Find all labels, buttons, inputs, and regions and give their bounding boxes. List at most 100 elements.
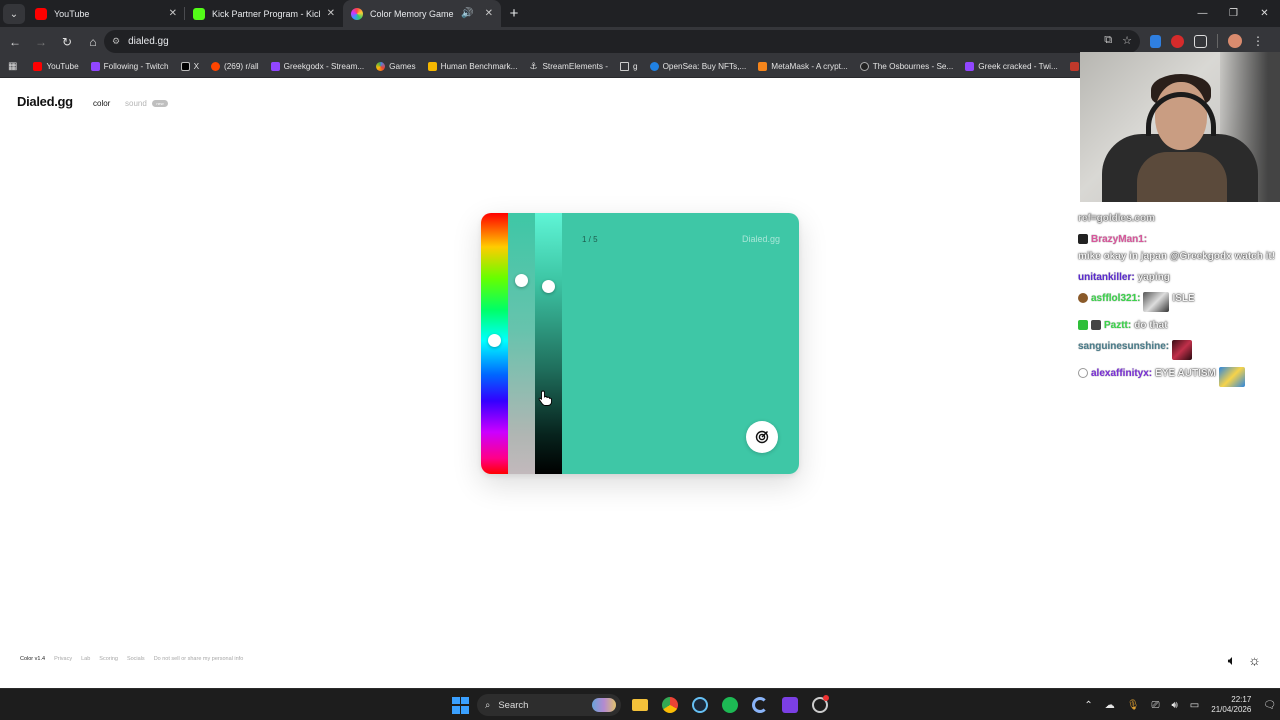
sound-toggle-icon[interactable]: 🔈︎ — [1228, 652, 1236, 669]
chevron-up-icon[interactable]: ⌃ — [1084, 700, 1092, 711]
avatar[interactable] — [1228, 34, 1242, 48]
address-bar[interactable]: ⚙ dialed.gg ⧉ ☆ — [104, 30, 1140, 53]
hue-slider[interactable] — [481, 213, 508, 474]
site-logo[interactable]: Dialed.gg — [17, 94, 73, 109]
footer-link-scoring[interactable]: Scoring — [99, 656, 118, 662]
bookmark-label: Greekgodx - Stream... — [283, 62, 365, 71]
theme-toggle-icon[interactable]: ☼ — [1248, 652, 1261, 669]
saturation-slider[interactable] — [508, 213, 535, 474]
clock[interactable]: 22:17 21/04/2026 — [1211, 695, 1251, 715]
extension-icon[interactable] — [1171, 34, 1184, 48]
site-info-icon[interactable]: ⚙ — [112, 36, 120, 47]
volume-icon[interactable]: 🔊︎ — [1171, 700, 1177, 711]
watermark: Dialed.gg — [741, 234, 780, 244]
chat-message: sanguinesunshine: — [1078, 340, 1280, 360]
network-icon[interactable]: ⎚ — [1151, 700, 1159, 711]
steam-icon[interactable] — [689, 694, 711, 716]
footer-link-do-not-sell[interactable]: Do not sell or share my personal info — [154, 656, 244, 662]
reload-icon[interactable]: ↻ — [55, 30, 79, 54]
lightness-slider[interactable] — [535, 213, 562, 474]
file-explorer-icon[interactable] — [629, 694, 651, 716]
bookmark-streamelements[interactable]: ⚓ StreamElements - — [523, 62, 614, 72]
bookmark-x[interactable]: X — [175, 62, 205, 71]
notification-icon[interactable]: 🗨︎ — [1263, 700, 1276, 711]
bookmark-games[interactable]: Games — [370, 62, 421, 71]
tab-color-memory-game[interactable]: Color Memory Game — Ho 🔊 ✕ — [343, 0, 501, 27]
bookmark-metamask[interactable]: MetaMask - A crypt... — [752, 62, 853, 71]
forward-icon[interactable]: → — [29, 30, 53, 54]
url-text: dialed.gg — [128, 36, 169, 47]
site-icon — [859, 62, 869, 71]
chat-username: BrazyMan1: — [1091, 234, 1148, 245]
microphone-icon[interactable]: 🎙︎ — [1127, 700, 1140, 711]
chat-text: mike okay in japan @Greekgodx watch it! — [1078, 251, 1276, 262]
extension-icon[interactable] — [1150, 34, 1161, 48]
footer: Color v1.4 Privacy Lab Scoring Socials D… — [20, 656, 243, 662]
chat-message: BrazyMan1: mike okay in japan @Greekgodx… — [1078, 233, 1280, 264]
puzzle-icon[interactable] — [1194, 34, 1207, 48]
bookmark-label: g — [633, 62, 638, 71]
lightning-icon — [427, 62, 437, 71]
close-icon[interactable]: ✕ — [169, 8, 177, 19]
tab-title: Color Memory Game — Ho — [370, 8, 454, 19]
chat-message: unitankiller: yaping — [1078, 271, 1280, 285]
speaker-icon[interactable]: 🔊 — [461, 8, 473, 19]
battery-icon[interactable]: ▭ — [1190, 700, 1199, 711]
search-highlight-image — [592, 698, 616, 712]
hue-slider-handle[interactable] — [488, 334, 501, 348]
app-icon[interactable] — [749, 694, 771, 716]
close-icon[interactable]: ✕ — [485, 8, 493, 19]
bookmark-human-benchmark[interactable]: Human Benchmark... — [422, 62, 524, 71]
menu-icon[interactable]: ⋮ — [1252, 34, 1264, 48]
metamask-fox-icon — [758, 62, 768, 71]
emote-image — [1218, 367, 1245, 387]
minimize-icon[interactable]: — — [1187, 0, 1218, 27]
bookmark-osbournes[interactable]: The Osbournes - Se... — [854, 62, 960, 71]
bookmark-label: StreamElements - — [542, 62, 608, 71]
bookmark-twitch-following[interactable]: Following - Twitch — [85, 62, 175, 71]
restore-icon[interactable]: ❐ — [1218, 0, 1249, 27]
footer-link-lab[interactable]: Lab — [81, 656, 90, 662]
twitch-icon — [270, 62, 280, 71]
submit-guess-button[interactable] — [746, 421, 778, 453]
close-window-icon[interactable]: ✕ — [1249, 0, 1280, 27]
close-icon[interactable]: ✕ — [327, 8, 335, 19]
windows-start-icon[interactable] — [452, 696, 469, 714]
footer-link-privacy[interactable]: Privacy — [54, 656, 72, 662]
bookmark-greekgodx-stream[interactable]: Greekgodx - Stream... — [265, 62, 371, 71]
twitch-icon — [965, 62, 975, 71]
version-label: Color v1.4 — [20, 656, 46, 662]
badge-icon — [1078, 368, 1088, 378]
opensea-icon — [649, 62, 659, 71]
bookmark-star-icon[interactable]: ☆ — [1122, 34, 1132, 47]
install-app-icon[interactable]: ⧉ — [1104, 34, 1112, 47]
lightness-slider-handle[interactable] — [542, 279, 555, 293]
home-icon[interactable]: ⌂ — [81, 30, 105, 54]
app-grid-icon[interactable] — [779, 694, 801, 716]
tab-search-button[interactable]: ⌄ — [3, 4, 25, 24]
cloud-icon[interactable]: ☁ — [1105, 700, 1115, 711]
reddit-icon — [211, 62, 221, 71]
footer-link-socials[interactable]: Socials — [127, 656, 145, 662]
search-icon: ⌕ — [485, 699, 491, 711]
bookmark-youtube[interactable]: YouTube — [27, 62, 84, 71]
apps-grid-icon[interactable]: ▦ — [8, 61, 17, 72]
bookmark-label: Human Benchmark... — [440, 62, 518, 71]
badge-icon — [1091, 320, 1101, 330]
bookmark-folder-g[interactable]: g — [614, 62, 644, 71]
nav-color-link[interactable]: color — [93, 99, 110, 108]
bookmark-greek-cracked[interactable]: Greek cracked - Twi... — [959, 62, 1063, 71]
bookmark-opensea[interactable]: OpenSea: Buy NFTs,... — [644, 62, 753, 71]
app-icon[interactable] — [809, 694, 831, 716]
chat-username: alexaffinityx: — [1091, 368, 1153, 379]
taskbar-search[interactable]: ⌕ Search — [477, 694, 621, 716]
back-icon[interactable]: ← — [3, 30, 27, 54]
chrome-icon[interactable] — [659, 694, 681, 716]
nav-sound-link[interactable]: sound — [125, 99, 147, 108]
saturation-slider-handle[interactable] — [515, 274, 528, 288]
bookmark-reddit[interactable]: (269) r/all — [205, 62, 265, 71]
new-tab-button[interactable]: + — [501, 0, 527, 27]
spotify-icon[interactable] — [719, 694, 741, 716]
tab-kick-partner[interactable]: Kick Partner Program - Kick Da ✕ — [185, 0, 343, 27]
tab-youtube[interactable]: YouTube ✕ — [27, 0, 185, 27]
